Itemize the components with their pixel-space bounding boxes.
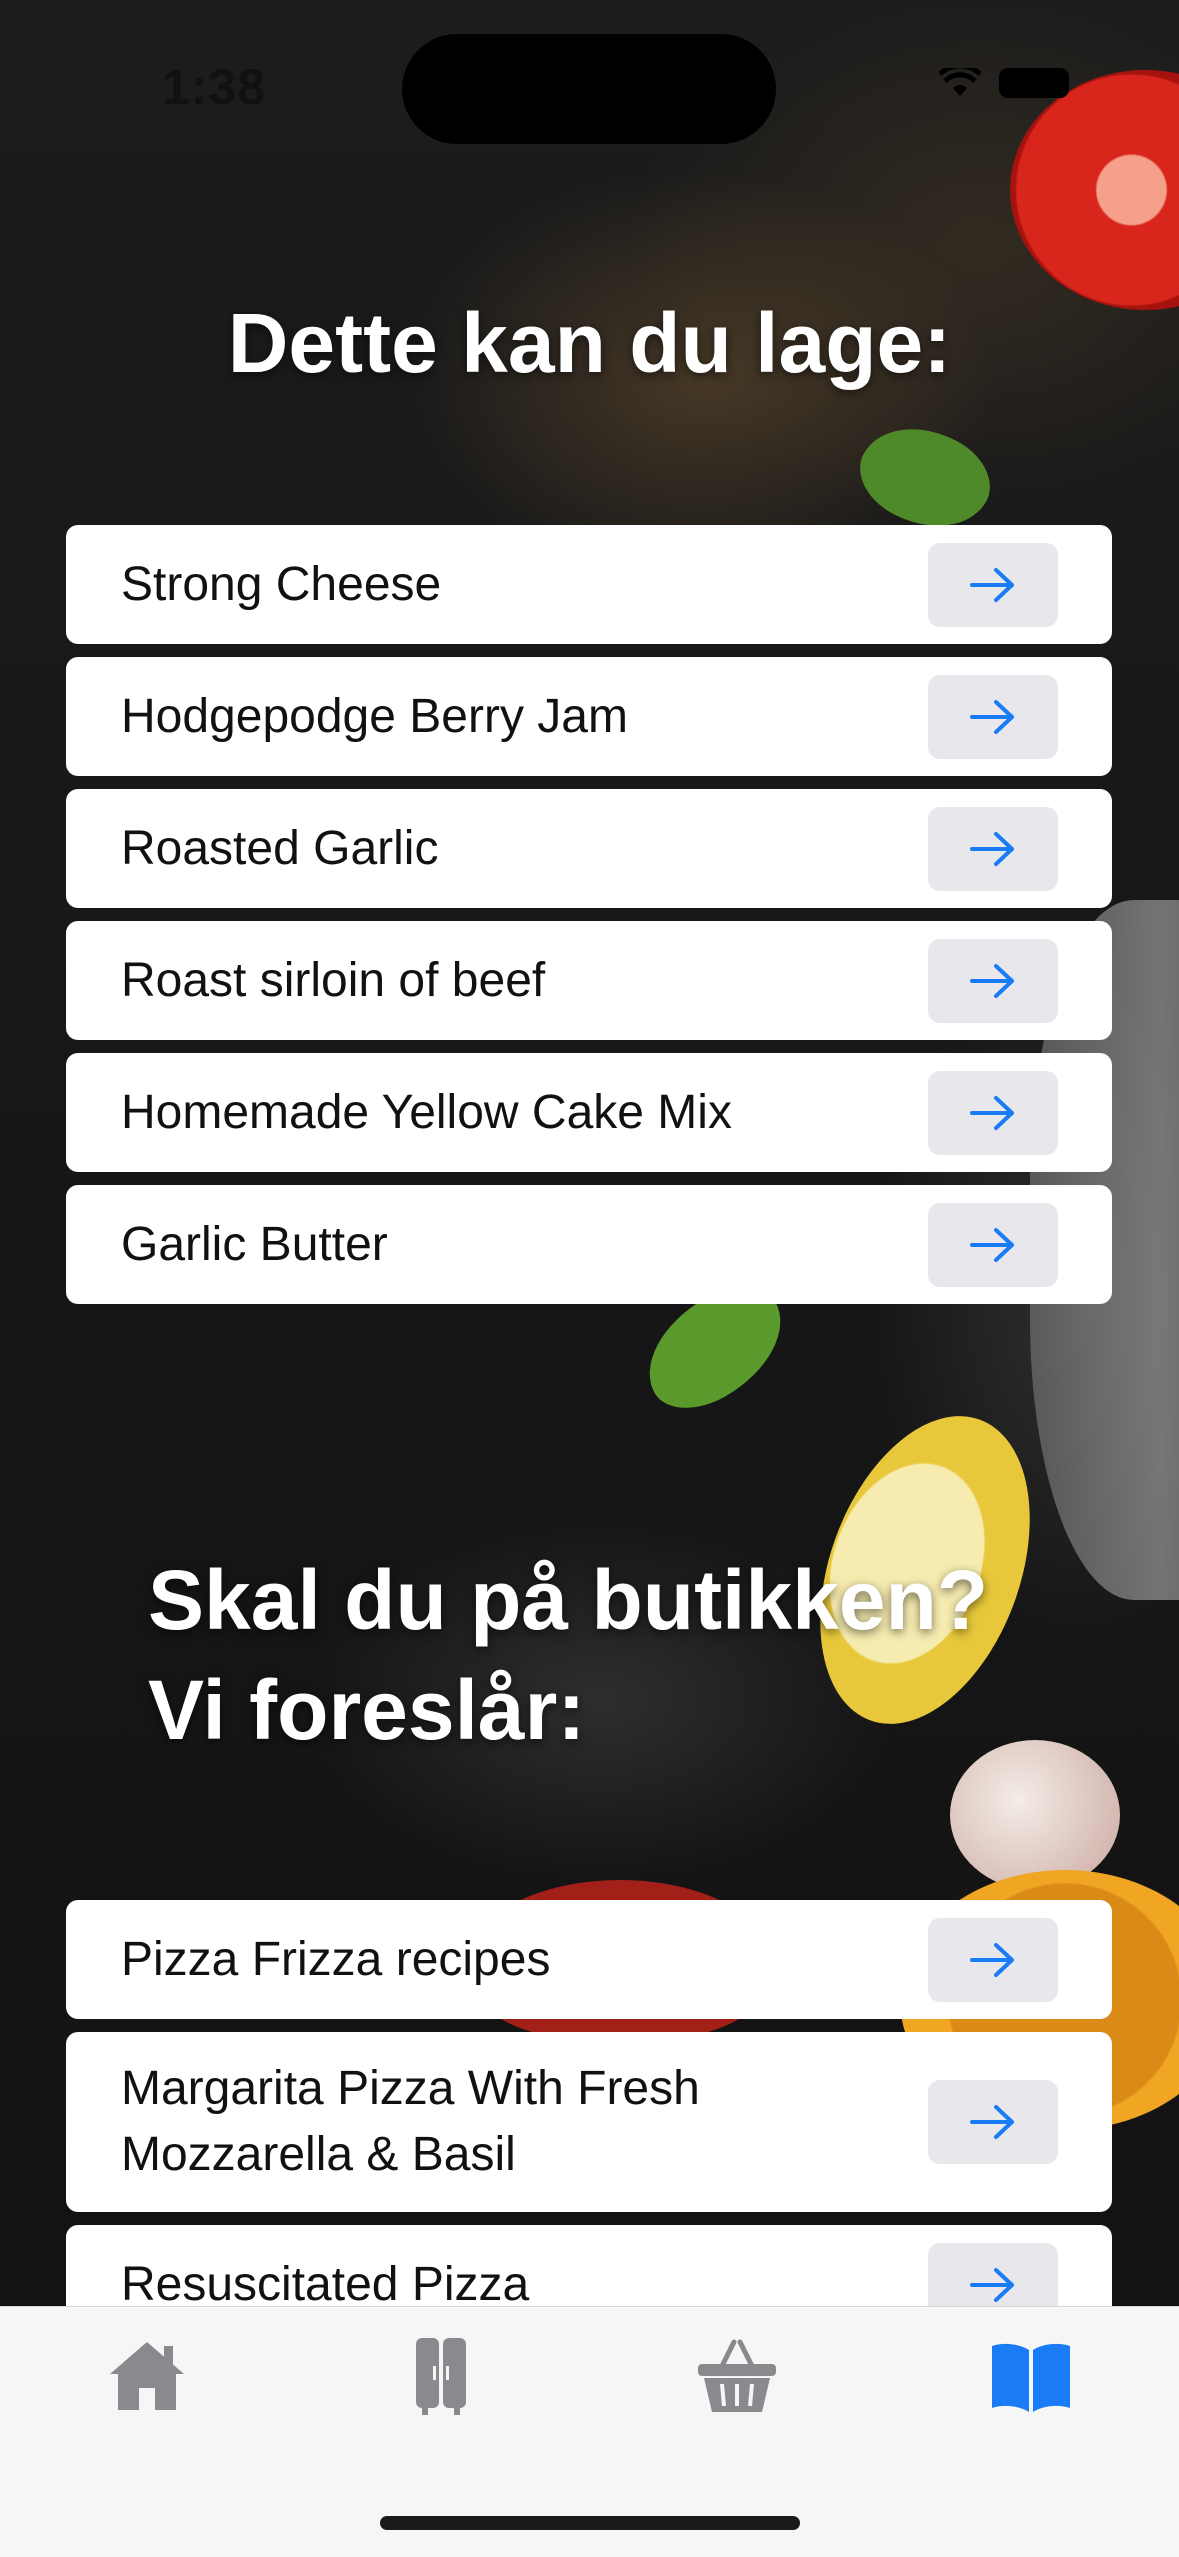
tab-recipes[interactable] [986,2331,1076,2421]
recipe-row[interactable]: Margarita Pizza With Fresh Mozzarella & … [66,2032,1112,2212]
recipe-row[interactable]: Pizza Frizza recipes [66,1900,1112,2019]
arrow-right-icon [970,2267,1014,2302]
open-recipe-button[interactable] [928,1070,1058,1155]
arrow-right-icon [970,963,1014,998]
recipe-title: Strong Cheese [121,557,442,611]
recipe-row[interactable]: Strong Cheese [66,525,1112,644]
arrow-right-icon [970,567,1014,602]
open-recipe-button[interactable] [928,806,1058,891]
can-make-list: Strong Cheese Hodgepodge Berry Jam Roast… [66,525,1112,1317]
dynamic-island [402,34,776,144]
tab-fridge[interactable] [396,2331,486,2421]
recipe-title: Roast sirloin of beef [121,953,546,1007]
recipe-title: Homemade Yellow Cake Mix [121,1085,732,1139]
arrow-right-icon [970,1095,1014,1130]
recipe-row[interactable]: Garlic Butter [66,1185,1112,1304]
arrow-right-icon [970,2105,1014,2139]
arrow-right-icon [970,1227,1014,1262]
home-icon [110,2342,184,2410]
store-suggestions-heading: Skal du på butikken? Vi foreslår: [148,1553,989,1757]
tomato-decoration [1010,70,1179,310]
recipe-title: Pizza Frizza recipes [121,1932,551,1986]
basket-icon [698,2339,776,2412]
recipe-row[interactable]: Roasted Garlic [66,789,1112,908]
recipe-row[interactable]: Hodgepodge Berry Jam [66,657,1112,776]
recipe-row[interactable]: Roast sirloin of beef [66,921,1112,1040]
book-icon [992,2343,1070,2412]
recipe-title: Hodgepodge Berry Jam [121,689,628,743]
tab-basket[interactable] [692,2331,782,2421]
tab-home[interactable] [102,2331,192,2421]
home-indicator [380,2516,800,2530]
open-recipe-button[interactable] [928,1917,1058,2002]
status-time: 1:38 [162,59,267,115]
recipe-title: Margarita Pizza With Fresh Mozzarella & … [121,2062,700,2181]
arrow-right-icon [970,1942,1014,1977]
open-recipe-button[interactable] [928,674,1058,759]
can-make-heading: Dette kan du lage: [227,296,952,390]
store-suggestions-list: Pizza Frizza recipes Margarita Pizza Wit… [66,1900,1112,2357]
status-icons [939,68,1069,98]
recipe-title: Roasted Garlic [121,821,439,875]
open-recipe-button[interactable] [928,542,1058,627]
recipe-title: Garlic Butter [121,1217,388,1271]
open-recipe-button[interactable] [928,2080,1058,2164]
fridge-icon [416,2338,466,2415]
battery-icon [999,68,1069,98]
wifi-icon [939,68,981,96]
arrow-right-icon [970,699,1014,734]
arrow-right-icon [970,831,1014,866]
open-recipe-button[interactable] [928,1202,1058,1287]
open-recipe-button[interactable] [928,938,1058,1023]
recipe-row[interactable]: Homemade Yellow Cake Mix [66,1053,1112,1172]
